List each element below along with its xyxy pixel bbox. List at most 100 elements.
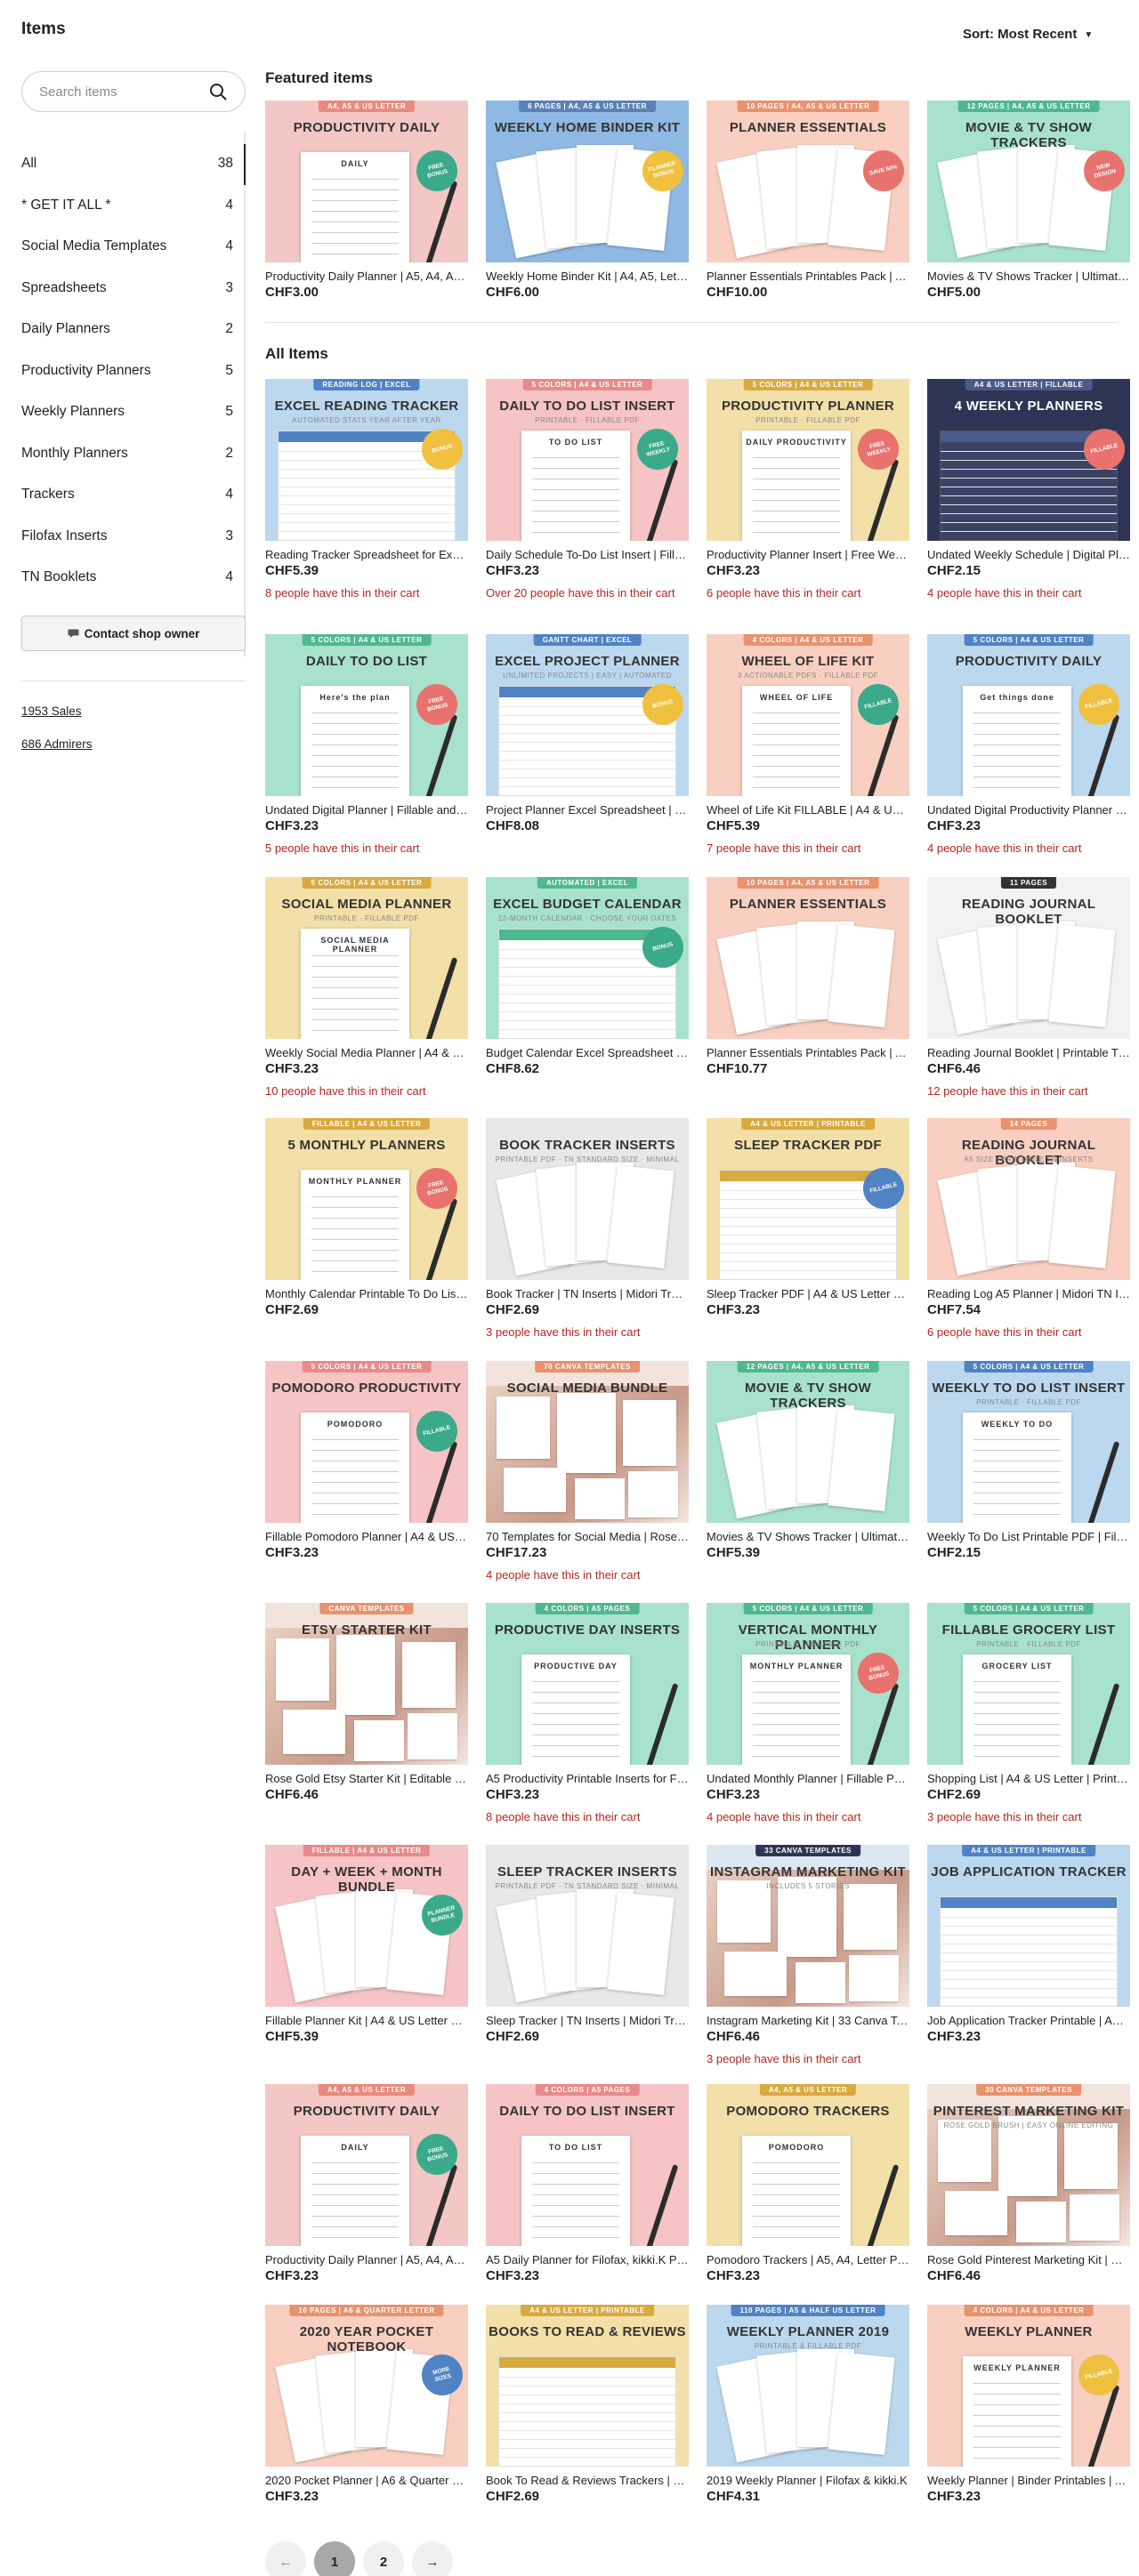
product-title[interactable]: Movies & TV Shows Tracker | Ultimate Pri…	[707, 1530, 909, 1544]
category-item[interactable]: All 38	[21, 144, 233, 183]
product-card[interactable]: WHEEL OF LIFE 4 COLORS | A4 & US LETTER WH…	[707, 634, 909, 856]
product-card[interactable]: POMODORO A4, A5 & US LETTER POMODORO TRACK…	[707, 2084, 909, 2285]
product-title[interactable]: Job Application Tracker Printable | A4 &…	[927, 2014, 1130, 2028]
search-icon[interactable]	[209, 83, 227, 101]
product-card[interactable]: CANVA TEMPLATES ETSY STARTER KIT Rose Gold…	[265, 1603, 468, 1804]
category-item[interactable]: Daily Planners 2	[21, 310, 233, 349]
listing-thumbnail[interactable]: Here's the plan 5 COLORS | A4 & US LETTER…	[265, 634, 468, 796]
product-title[interactable]: Daily Schedule To-Do List Insert | Filla…	[486, 548, 689, 562]
product-title[interactable]: Undated Monthly Planner | Fillable PDF	[707, 1772, 909, 1786]
contact-shop-owner-button[interactable]: Contact shop owner	[21, 616, 246, 651]
product-card[interactable]: GROCERY LIST 5 COLORS | A4 & US LETTER FIL…	[927, 1603, 1130, 1824]
product-title[interactable]: Productivity Daily Planner | A5, A4, A5 …	[265, 270, 468, 284]
listing-thumbnail[interactable]: DAILY PRODUCTIVITY 5 COLORS | A4 & US LET…	[707, 379, 909, 541]
product-title[interactable]: Project Planner Excel Spreadsheet | Gant…	[486, 803, 689, 817]
sort-dropdown[interactable]: Sort: Most Recent ▼	[963, 27, 1093, 42]
product-card[interactable]: PRODUCTIVE DAY 4 COLORS | A5 PAGES PRODUCT…	[486, 1603, 689, 1824]
listing-thumbnail[interactable]: DAILY A4, A5 & US LETTER PRODUCTIVITY DAIL…	[265, 2084, 468, 2246]
listing-thumbnail[interactable]: 30 CANVA TEMPLATES PINTEREST MARKETING KI…	[927, 2084, 1130, 2246]
product-card[interactable]: SLEEP TRACKER INSERTS PRINTABLE PDF · TN …	[486, 1845, 689, 2046]
product-card[interactable]: 10 PAGES | A6 & QUARTER LETTER 2020 YEAR …	[265, 2305, 468, 2506]
product-card[interactable]: 12 PAGES | A4, A5 & US LETTER MOVIE & TV …	[927, 101, 1130, 302]
listing-thumbnail[interactable]: 10 PAGES | A4, A5 & US LETTER PLANNER ESS…	[707, 101, 909, 262]
product-card[interactable]: 14 PAGES READING JOURNAL BOOKLET A5 SIZE ·…	[927, 1118, 1130, 1340]
product-title[interactable]: Weekly To Do List Printable PDF | Fillab…	[927, 1530, 1130, 1544]
product-card[interactable]: 70 CANVA TEMPLATES SOCIAL MEDIA BUNDLE 70 …	[486, 1361, 689, 1582]
product-title[interactable]: 2020 Pocket Planner | A6 & Quarter Lette…	[265, 2474, 468, 2488]
category-item[interactable]: TN Booklets 4	[21, 558, 233, 597]
product-card[interactable]: Here's the plan 5 COLORS | A4 & US LETTER…	[265, 634, 468, 856]
product-card[interactable]: BOOK TRACKER INSERTS PRINTABLE PDF · TN S…	[486, 1118, 689, 1340]
product-card[interactable]: 110 PAGES | A5 & HALF US LETTER WEEKLY PL…	[707, 2305, 909, 2506]
product-title[interactable]: Sleep Tracker | TN Inserts | Midori Trav…	[486, 2014, 689, 2028]
product-title[interactable]: Productivity Daily Planner | A5, A4, A5 …	[265, 2253, 468, 2267]
next-page-button[interactable]: →	[412, 2541, 453, 2576]
product-card[interactable]: A4 & US LETTER | PRINTABLE BOOKS TO READ …	[486, 2305, 689, 2506]
product-title[interactable]: Undated Weekly Schedule | Digital Planne…	[927, 548, 1130, 562]
product-title[interactable]: Wheel of Life Kit FILLABLE | A4 & US Let…	[707, 803, 909, 817]
product-card[interactable]: 10 PAGES | A4, A5 & US LETTER PLANNER ESS…	[707, 877, 909, 1078]
product-card[interactable]: POMODORO 5 COLORS | A4 & US LETTER POMODOR…	[265, 1361, 468, 1562]
listing-thumbnail[interactable]: SOCIAL MEDIA PLANNER 5 COLORS | A4 & US L…	[265, 877, 468, 1039]
product-card[interactable]: A4 & US LETTER | PRINTABLE SLEEP TRACKER …	[707, 1118, 909, 1319]
category-item[interactable]: Monthly Planners 2	[21, 434, 233, 473]
category-item[interactable]: Spreadsheets 3	[21, 269, 233, 308]
product-title[interactable]: Pomodoro Trackers | A5, A4, Letter Print…	[707, 2253, 909, 2267]
product-card[interactable]: WEEKLY TO DO 5 COLORS | A4 & US LETTER WEE…	[927, 1361, 1130, 1562]
listing-thumbnail[interactable]: TO DO LIST 4 COLORS | A5 PAGES DAILY TO DO…	[486, 2084, 689, 2246]
listing-thumbnail[interactable]: BOOK TRACKER INSERTS PRINTABLE PDF · TN S…	[486, 1118, 689, 1280]
listing-thumbnail[interactable]: 110 PAGES | A5 & HALF US LETTER WEEKLY PL…	[707, 2305, 909, 2467]
product-card[interactable]: GANTT CHART | EXCEL EXCEL PROJECT PLANNER…	[486, 634, 689, 835]
listing-thumbnail[interactable]: PRODUCTIVE DAY 4 COLORS | A5 PAGES PRODUCT…	[486, 1603, 689, 1765]
product-title[interactable]: 70 Templates for Social Media | Rose Gol…	[486, 1530, 689, 1544]
product-title[interactable]: Weekly Social Media Planner | A4 & US Le…	[265, 1046, 468, 1060]
category-item[interactable]: Filofax Inserts 3	[21, 517, 233, 556]
listing-thumbnail[interactable]: 11 PAGES READING JOURNAL BOOKLET	[927, 877, 1130, 1039]
category-item[interactable]: Productivity Planners 5	[21, 351, 233, 390]
listing-thumbnail[interactable]: DAILY A4, A5 & US LETTER PRODUCTIVITY DAIL…	[265, 101, 468, 262]
product-card[interactable]: READING LOG | EXCEL EXCEL READING TRACKER…	[265, 379, 468, 600]
listing-thumbnail[interactable]: AUTOMATED | EXCEL EXCEL BUDGET CALENDAR 12…	[486, 877, 689, 1039]
product-card[interactable]: TO DO LIST 5 COLORS | A4 & US LETTER DAILY…	[486, 379, 689, 600]
search-input[interactable]: Search items	[21, 71, 246, 112]
listing-thumbnail[interactable]: GROCERY LIST 5 COLORS | A4 & US LETTER FIL…	[927, 1603, 1130, 1765]
listing-thumbnail[interactable]: MONTHLY PLANNER 5 COLORS | A4 & US LETTER…	[707, 1603, 909, 1765]
listing-thumbnail[interactable]: A4 & US LETTER | PRINTABLE JOB APPLICATIO…	[927, 1845, 1130, 2007]
product-card[interactable]: DAILY A4, A5 & US LETTER PRODUCTIVITY DAIL…	[265, 101, 468, 302]
product-title[interactable]: Movies & TV Shows Tracker | Ultimate Pri…	[927, 270, 1130, 284]
listing-thumbnail[interactable]: FILLABLE | A4 & US LETTER DAY + WEEK + MO…	[265, 1845, 468, 2007]
listing-thumbnail[interactable]: A4 & US LETTER | PRINTABLE SLEEP TRACKER …	[707, 1118, 909, 1280]
admirers-link[interactable]: 686 Admirers	[21, 737, 93, 751]
product-title[interactable]: Shopping List | A4 & US Letter | Printab…	[927, 1772, 1130, 1786]
product-title[interactable]: Instagram Marketing Kit | 33 Canva Templ…	[707, 2014, 909, 2028]
product-title[interactable]: Undated Digital Planner | Fillable and P…	[265, 803, 468, 817]
product-title[interactable]: Planner Essentials Printables Pack | A4,…	[707, 1046, 909, 1060]
page-2-button[interactable]: 2	[363, 2541, 404, 2576]
product-card[interactable]: DAILY PRODUCTIVITY 5 COLORS | A4 & US LET…	[707, 379, 909, 600]
product-card[interactable]: 6 PAGES | A4, A5 & US LETTER WEEKLY HOME …	[486, 101, 689, 302]
listing-thumbnail[interactable]: CANVA TEMPLATES ETSY STARTER KIT	[265, 1603, 468, 1765]
product-card[interactable]: 12 PAGES | A4, A5 & US LETTER MOVIE & TV …	[707, 1361, 909, 1562]
product-card[interactable]: DAILY A4, A5 & US LETTER PRODUCTIVITY DAIL…	[265, 2084, 468, 2285]
listing-thumbnail[interactable]: WEEKLY TO DO 5 COLORS | A4 & US LETTER WEE…	[927, 1361, 1130, 1523]
listing-thumbnail[interactable]: TO DO LIST 5 COLORS | A4 & US LETTER DAILY…	[486, 379, 689, 541]
listing-thumbnail[interactable]: A4 & US LETTER | PRINTABLE BOOKS TO READ …	[486, 2305, 689, 2467]
category-item[interactable]: * GET IT ALL * 4	[21, 186, 233, 225]
product-title[interactable]: Reading Journal Booklet | Printable TN I…	[927, 1046, 1130, 1060]
listing-thumbnail[interactable]: MONTHLY PLANNER FILLABLE | A4 & US LETTER…	[265, 1118, 468, 1280]
category-item[interactable]: Trackers 4	[21, 475, 233, 514]
listing-thumbnail[interactable]: 14 PAGES READING JOURNAL BOOKLET A5 SIZE ·…	[927, 1118, 1130, 1280]
product-card[interactable]: Get things done 5 COLORS | A4 & US LETTER…	[927, 634, 1130, 856]
product-title[interactable]: Monthly Calendar Printable To Do List | …	[265, 1287, 468, 1301]
listing-thumbnail[interactable]: POMODORO A4, A5 & US LETTER POMODORO TRACK…	[707, 2084, 909, 2246]
product-title[interactable]: Reading Tracker Spreadsheet for Excel | …	[265, 548, 468, 562]
product-title[interactable]: Undated Digital Productivity Planner | F…	[927, 803, 1130, 817]
product-title[interactable]: A5 Productivity Printable Inserts for Fi…	[486, 1772, 689, 1786]
prev-page-button[interactable]: ←	[265, 2541, 306, 2576]
product-title[interactable]: A5 Daily Planner for Filofax, kikki.K Pr…	[486, 2253, 689, 2267]
product-card[interactable]: WEEKLY PLANNER 4 COLORS | A4 & US LETTER W…	[927, 2305, 1130, 2506]
product-title[interactable]: 2019 Weekly Planner | Filofax & kikki.K	[707, 2474, 909, 2488]
product-title[interactable]: Weekly Planner | Binder Printables | A4 …	[927, 2474, 1130, 2488]
category-item[interactable]: Weekly Planners 5	[21, 392, 233, 431]
category-item[interactable]: Social Media Templates 4	[21, 227, 233, 266]
